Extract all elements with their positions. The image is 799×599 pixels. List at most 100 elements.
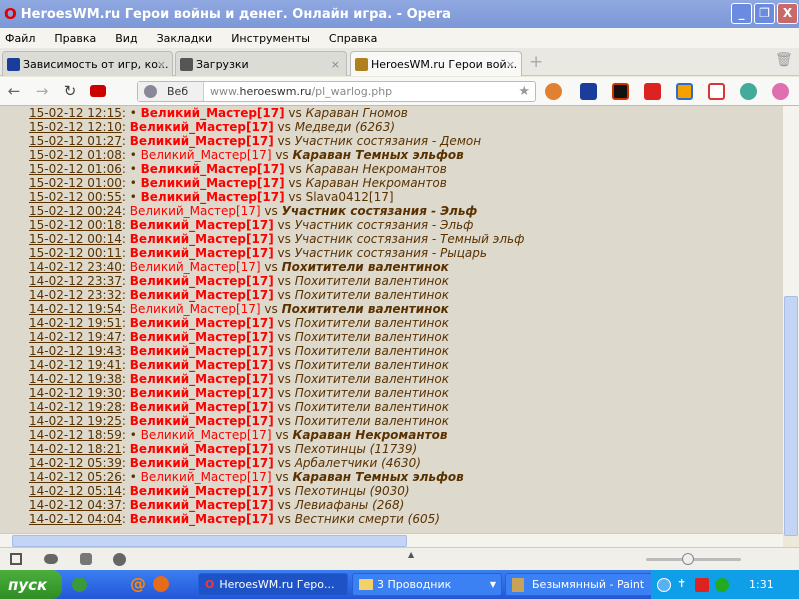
battle-date-link[interactable]: 15-02-12 01:00 — [29, 176, 122, 190]
restore-button[interactable]: ❐ — [754, 3, 775, 24]
player-name[interactable]: Великий_Мастер[17] — [141, 162, 285, 176]
ws-bookmark-icon[interactable] — [612, 83, 629, 100]
battle-date-link[interactable]: 15-02-12 12:10 — [29, 120, 122, 134]
battle-date-link[interactable]: 15-02-12 00:14 — [29, 232, 122, 246]
player-name[interactable]: Великий_Мастер[17] — [130, 414, 274, 428]
menu-tools[interactable]: Инструменты — [231, 32, 310, 45]
player-name[interactable]: Великий_Мастер[17] — [130, 204, 261, 218]
start-button[interactable]: пуск — [0, 570, 62, 599]
search-engine-selector[interactable]: Веб — [138, 82, 204, 101]
player-name[interactable]: Великий_Мастер[17] — [130, 288, 274, 302]
menu-help[interactable]: Справка — [329, 32, 377, 45]
battle-date-link[interactable]: 15-02-12 00:11 — [29, 246, 122, 260]
battle-date-link[interactable]: 14-02-12 18:21 — [29, 442, 122, 456]
player-name[interactable]: Великий_Мастер[17] — [130, 400, 274, 414]
mail-ru-agent-icon[interactable]: @ — [130, 574, 146, 593]
bookmark-star-icon[interactable]: ★ — [518, 84, 530, 99]
battle-date-link[interactable]: 14-02-12 05:14 — [29, 484, 122, 498]
battle-date-link[interactable]: 14-02-12 19:43 — [29, 344, 122, 358]
battle-date-link[interactable]: 14-02-12 19:47 — [29, 330, 122, 344]
tab-heroeswm[interactable]: HeroesWM.ru Герои вой... × — [350, 51, 522, 76]
player-name[interactable]: Великий_Мастер[17] — [130, 456, 274, 470]
player-name[interactable]: Великий_Мастер[17] — [130, 232, 274, 246]
tab-close-icon[interactable]: × — [506, 58, 515, 71]
heroes-bookmark-icon[interactable] — [580, 83, 597, 100]
minimize-button[interactable]: _ — [731, 3, 752, 24]
orange-circle-icon[interactable] — [545, 83, 562, 100]
youtube-icon[interactable] — [90, 85, 106, 97]
player-name[interactable]: Великий_Мастер[17] — [130, 512, 274, 526]
gmail-icon[interactable] — [708, 83, 725, 100]
tab-close-icon[interactable]: × — [157, 58, 166, 71]
battle-date-link[interactable]: 14-02-12 19:28 — [29, 400, 122, 414]
player-name[interactable]: Великий_Мастер[17] — [141, 176, 285, 190]
player-name[interactable]: Великий_Мастер[17] — [130, 344, 274, 358]
puzzle-icon[interactable] — [740, 83, 757, 100]
antivirus-icon[interactable] — [695, 577, 709, 592]
new-tab-plus-icon[interactable]: + — [529, 52, 543, 72]
battle-date-link[interactable]: 14-02-12 19:25 — [29, 414, 122, 428]
battle-date-link[interactable]: 14-02-12 19:54 — [29, 302, 122, 316]
battle-date-link[interactable]: 14-02-12 19:41 — [29, 358, 122, 372]
player-name[interactable]: Великий_Мастер[17] — [130, 498, 274, 512]
back-arrow-icon[interactable]: ← — [0, 82, 28, 100]
speed-dial-icon[interactable] — [113, 553, 126, 566]
player-name[interactable]: Великий_Мастер[17] — [141, 470, 272, 484]
player-name[interactable]: Великий_Мастер[17] — [130, 386, 274, 400]
task-opera[interactable]: O HeroesWM.ru Геро... — [198, 573, 348, 596]
player-name[interactable]: Великий_Мастер[17] — [130, 330, 274, 344]
player-name[interactable]: Великий_Мастер[17] — [130, 442, 274, 456]
vertical-scrollbar[interactable] — [783, 106, 799, 536]
horizontal-scrollbar[interactable] — [0, 533, 783, 547]
player-name[interactable]: Великий_Мастер[17] — [130, 372, 274, 386]
player-name[interactable]: Великий_Мастер[17] — [130, 218, 274, 232]
player-name[interactable]: Великий_Мастер[17] — [130, 260, 261, 274]
battle-date-link[interactable]: 14-02-12 19:51 — [29, 316, 122, 330]
player-name[interactable]: Великий_Мастер[17] — [130, 316, 274, 330]
cross-icon[interactable]: ✝ — [677, 577, 689, 593]
utorrent-icon[interactable] — [72, 577, 87, 592]
panel-toggle-icon[interactable] — [10, 553, 22, 565]
battle-date-link[interactable]: 14-02-12 18:59 — [29, 428, 122, 442]
tab-downloads[interactable]: Загрузки × — [175, 51, 347, 76]
vertical-scroll-thumb[interactable] — [784, 296, 798, 536]
player-name[interactable]: Великий_Мастер[17] — [141, 148, 272, 162]
player-name[interactable]: Великий_Мастер[17] — [130, 302, 261, 316]
battle-date-link[interactable]: 15-02-12 01:06 — [29, 162, 122, 176]
battle-date-link[interactable]: 15-02-12 12:15 — [29, 106, 122, 120]
battle-date-link[interactable]: 15-02-12 00:55 — [29, 190, 122, 204]
tray-expand-icon[interactable] — [657, 577, 671, 592]
at-mail-icon[interactable] — [676, 83, 693, 100]
horizontal-scroll-thumb[interactable] — [12, 535, 407, 547]
battle-date-link[interactable]: 14-02-12 19:30 — [29, 386, 122, 400]
player-name[interactable]: Великий_Мастер[17] — [130, 120, 274, 134]
player-name[interactable]: Великий_Мастер[17] — [130, 134, 274, 148]
battle-date-link[interactable]: 14-02-12 23:37 — [29, 274, 122, 288]
zoom-slider-handle[interactable] — [682, 553, 694, 565]
player-name[interactable]: Великий_Мастер[17] — [130, 484, 274, 498]
trash-icon[interactable]: 🗑 — [775, 52, 793, 68]
tab-addiction[interactable]: Зависимость от игр, ко... × — [2, 51, 173, 76]
battle-date-link[interactable]: 14-02-12 05:39 — [29, 456, 122, 470]
battle-date-link[interactable]: 15-02-12 01:27 — [29, 134, 122, 148]
battle-date-link[interactable]: 14-02-12 23:40 — [29, 260, 122, 274]
player-name[interactable]: Великий_Мастер[17] — [130, 246, 274, 260]
battle-date-link[interactable]: 15-02-12 00:24 — [29, 204, 122, 218]
battle-date-link[interactable]: 14-02-12 23:32 — [29, 288, 122, 302]
cloud-icon[interactable] — [44, 554, 58, 564]
menu-bookmarks[interactable]: Закладки — [157, 32, 213, 45]
menu-edit[interactable]: Правка — [54, 32, 96, 45]
menu-file[interactable]: Файл — [5, 32, 35, 45]
battle-date-link[interactable]: 14-02-12 19:38 — [29, 372, 122, 386]
star-flag-icon[interactable] — [644, 83, 661, 100]
address-field[interactable]: Веб www.heroeswm.ru/pl_warlog.php ★ — [137, 81, 536, 102]
player-name[interactable]: Великий_Мастер[17] — [141, 428, 272, 442]
player-name[interactable]: Великий_Мастер[17] — [141, 190, 285, 204]
close-button[interactable]: X — [777, 3, 798, 24]
task-explorer[interactable]: 3 Проводник ▼ — [352, 573, 502, 596]
turbo-icon[interactable] — [80, 553, 92, 565]
battle-date-link[interactable]: 14-02-12 05:26 — [29, 470, 122, 484]
menu-view[interactable]: Вид — [115, 32, 137, 45]
player-name[interactable]: Великий_Мастер[17] — [130, 274, 274, 288]
reload-icon[interactable]: ↻ — [56, 82, 84, 100]
